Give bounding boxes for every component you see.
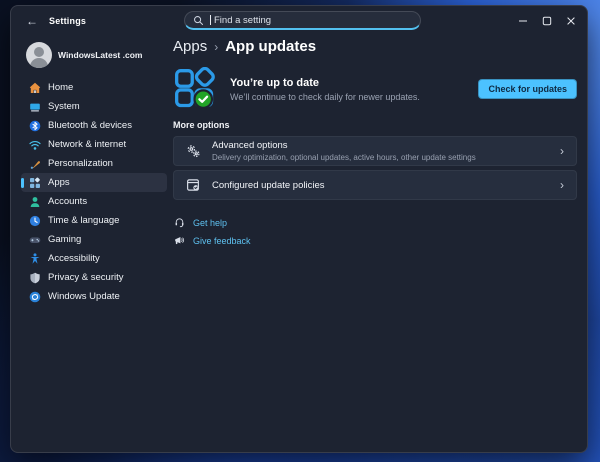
link-label: Give feedback: [193, 236, 251, 246]
link-label: Get help: [193, 218, 227, 228]
status-subtitle: We’ll continue to check daily for newer …: [230, 92, 420, 102]
sidebar-item-accounts[interactable]: Accounts: [21, 192, 167, 211]
maximize-icon: [542, 16, 552, 26]
update-status-hero: You’re up to date We’ll continue to chec…: [173, 67, 577, 111]
help-icon: [174, 217, 185, 228]
chevron-right-icon: ›: [214, 40, 218, 54]
sidebar-item-label: Personalization: [48, 158, 113, 169]
breadcrumb-parent[interactable]: Apps: [173, 38, 207, 55]
sidebar-item-accessibility[interactable]: Accessibility: [21, 249, 167, 268]
sidebar: WindowsLatest .com Home System Bluetooth…: [11, 36, 171, 453]
gaming-icon: [29, 234, 41, 246]
sidebar-item-label: Gaming: [48, 234, 81, 245]
sidebar-nav: Home System Bluetooth & devices Network …: [11, 78, 171, 306]
windows-update-icon: [29, 291, 41, 303]
back-icon: ←: [26, 14, 38, 28]
user-profile[interactable]: WindowsLatest .com: [26, 42, 171, 68]
sidebar-item-label: Accessibility: [48, 253, 100, 264]
sidebar-item-label: Time & language: [48, 215, 119, 226]
chevron-right-icon: ›: [560, 179, 564, 191]
text-caret: [210, 15, 211, 25]
sidebar-item-personalization[interactable]: Personalization: [21, 154, 167, 173]
main-content: Apps › App updates You’re up to: [171, 36, 587, 453]
sidebar-item-label: Windows Update: [48, 291, 120, 302]
apps-icon: [29, 177, 41, 189]
search-placeholder: Find a setting: [214, 15, 271, 26]
close-icon: [566, 16, 576, 26]
sidebar-item-label: Apps: [48, 177, 70, 188]
minimize-icon: [518, 16, 528, 26]
sidebar-item-label: System: [48, 101, 80, 112]
sidebar-item-privacy-security[interactable]: Privacy & security: [21, 268, 167, 287]
apps-update-icon: [173, 67, 217, 111]
settings-window: ← Settings Find a setting: [10, 5, 588, 453]
sidebar-item-label: Network & internet: [48, 139, 126, 150]
accessibility-icon: [29, 253, 41, 265]
privacy-icon: [29, 272, 41, 284]
sidebar-item-gaming[interactable]: Gaming: [21, 230, 167, 249]
check-for-updates-button[interactable]: Check for updates: [478, 79, 577, 99]
sidebar-item-apps[interactable]: Apps: [21, 173, 167, 192]
time-language-icon: [29, 215, 41, 227]
user-name: WindowsLatest .com: [58, 50, 142, 60]
gears-icon: [186, 144, 200, 158]
avatar: [26, 42, 52, 68]
bluetooth-icon: [29, 120, 41, 132]
home-icon: [29, 82, 41, 94]
close-button[interactable]: [559, 6, 583, 36]
search-input[interactable]: Find a setting: [184, 11, 421, 30]
back-button[interactable]: ←: [19, 10, 45, 32]
network-icon: [29, 139, 41, 151]
maximize-button[interactable]: [535, 6, 559, 36]
more-options-heading: More options: [173, 120, 577, 130]
sidebar-item-home[interactable]: Home: [21, 78, 167, 97]
sidebar-item-label: Home: [48, 82, 73, 93]
sidebar-item-label: Bluetooth & devices: [48, 120, 132, 131]
chevron-right-icon: ›: [560, 145, 564, 157]
personalization-icon: [29, 158, 41, 170]
system-icon: [29, 101, 41, 113]
breadcrumb: Apps › App updates: [173, 38, 577, 56]
minimize-button[interactable]: [511, 6, 535, 36]
search-icon: [193, 15, 204, 26]
sidebar-item-label: Accounts: [48, 196, 87, 207]
sidebar-item-network-internet[interactable]: Network & internet: [21, 135, 167, 154]
accounts-icon: [29, 196, 41, 208]
status-title: You’re up to date: [230, 77, 420, 89]
feedback-icon: [174, 235, 185, 246]
configured-update-policies-card[interactable]: Configured update policies ›: [173, 170, 577, 200]
sidebar-item-time-language[interactable]: Time & language: [21, 211, 167, 230]
sidebar-item-label: Privacy & security: [48, 272, 124, 283]
card-title: Advanced options: [212, 140, 476, 151]
policy-document-icon: [186, 178, 200, 192]
titlebar: ← Settings Find a setting: [11, 6, 587, 36]
advanced-options-card[interactable]: Advanced options Delivery optimization, …: [173, 136, 577, 166]
window-controls: [511, 6, 583, 36]
card-title: Configured update policies: [212, 180, 325, 191]
page-title: App updates: [225, 38, 316, 55]
help-links: Get help Give feedback: [173, 216, 577, 252]
window-title: Settings: [49, 16, 86, 26]
card-subtitle: Delivery optimization, optional updates,…: [212, 153, 476, 162]
give-feedback-link[interactable]: Give feedback: [173, 234, 577, 247]
sidebar-item-system[interactable]: System: [21, 97, 167, 116]
sidebar-item-bluetooth-devices[interactable]: Bluetooth & devices: [21, 116, 167, 135]
sidebar-item-windows-update[interactable]: Windows Update: [21, 287, 167, 306]
get-help-link[interactable]: Get help: [173, 216, 577, 229]
